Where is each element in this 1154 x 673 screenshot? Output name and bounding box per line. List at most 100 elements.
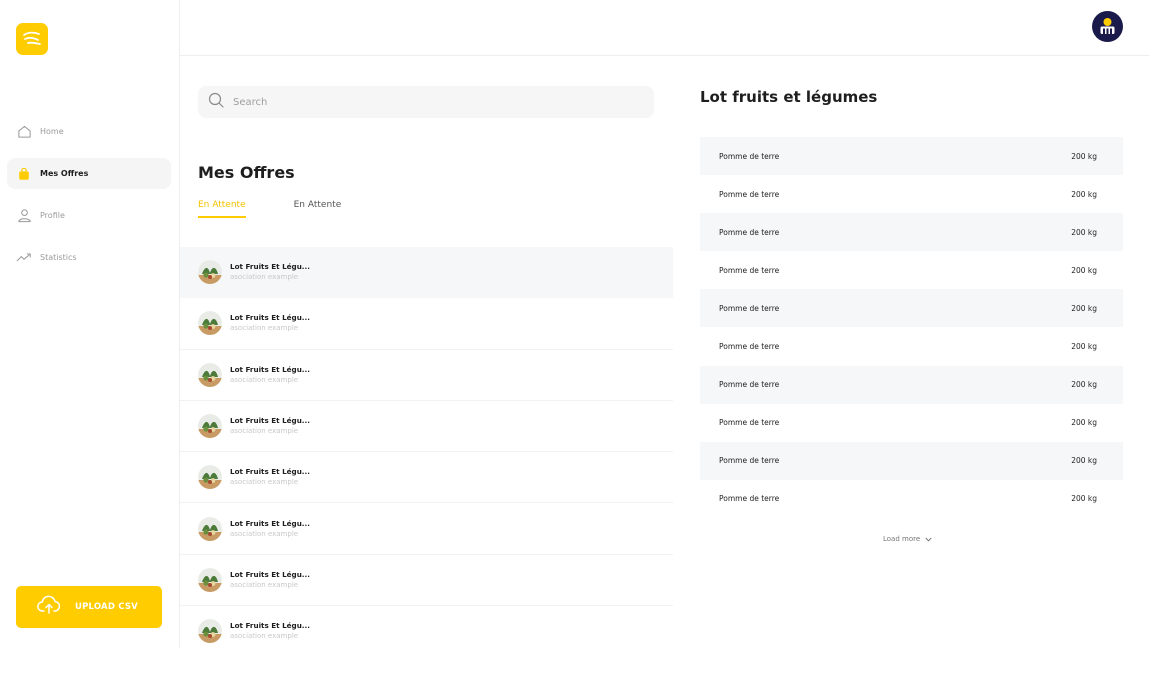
- offer-text: Lot Fruits Et Légu... asociation example: [230, 620, 310, 642]
- list-item[interactable]: Lot Fruits Et Légu... asociation example: [180, 247, 673, 299]
- offer-title: Lot Fruits Et Légu...: [230, 262, 311, 272]
- offer-subtitle: asociation example: [230, 375, 299, 384]
- chevron-down-icon: [925, 537, 932, 542]
- tab-en-attente-2[interactable]: En Attente: [294, 200, 342, 218]
- product-name: Pomme de terre: [719, 151, 780, 161]
- table-row: Pomme de terre 200 kg: [700, 327, 1123, 365]
- sidebar-nav: Home Mes Offres Profile Statistics: [7, 116, 171, 284]
- app-logo[interactable]: [16, 23, 48, 55]
- product-name: Pomme de terre: [719, 189, 780, 199]
- offer-text: Lot Fruits Et Légu... asociation example: [230, 466, 310, 488]
- table-row: Pomme de terre 200 kg: [700, 404, 1123, 442]
- table-row: Pomme de terre 200 kg: [700, 213, 1123, 252]
- load-more-label: Load more: [883, 535, 921, 543]
- offer-subtitle: asociation example: [230, 580, 299, 589]
- product-quantity: 200 kg: [1071, 189, 1097, 199]
- product-name: Pomme de terre: [719, 342, 780, 352]
- search-bar: [198, 86, 654, 118]
- list-item[interactable]: Lot Fruits Et Légu... asociation example: [180, 350, 673, 401]
- offer-thumbnail: [198, 567, 222, 592]
- product-quantity: 200 kg: [1071, 380, 1097, 390]
- load-more-button[interactable]: Load more: [883, 535, 932, 543]
- offer-subtitle: asociation example: [230, 324, 299, 333]
- offer-title: Lot Fruits Et Légu...: [230, 467, 311, 477]
- tab-en-attente[interactable]: En Attente: [198, 200, 246, 218]
- avatar[interactable]: [1092, 11, 1123, 42]
- product-name: Pomme de terre: [719, 418, 780, 428]
- offer-subtitle: asociation example: [230, 273, 299, 282]
- offer-subtitle: asociation example: [230, 427, 299, 436]
- offer-title: Lot Fruits Et Légu...: [230, 569, 311, 579]
- search-input[interactable]: [233, 96, 633, 108]
- offer-subtitle: asociation example: [230, 632, 299, 641]
- offer-title: Lot Fruits Et Légu...: [230, 518, 311, 528]
- offer-text: Lot Fruits Et Légu... asociation example: [230, 569, 310, 591]
- product-name: Pomme de terre: [719, 494, 780, 504]
- sidebar-item-home[interactable]: Home: [7, 116, 171, 147]
- detail-title: Lot fruits et légumes: [700, 88, 878, 106]
- offer-text: Lot Fruits Et Légu... asociation example: [230, 415, 310, 437]
- product-quantity: 200 kg: [1071, 265, 1097, 275]
- table-row: Pomme de terre 200 kg: [700, 289, 1123, 328]
- table-row: Pomme de terre 200 kg: [700, 365, 1123, 404]
- offer-text: Lot Fruits Et Légu... asociation example: [230, 261, 310, 283]
- list-item[interactable]: Lot Fruits Et Légu... asociation example: [180, 606, 673, 648]
- table-row: Pomme de terre 200 kg: [700, 441, 1123, 480]
- product-name: Pomme de terre: [719, 227, 780, 237]
- search-icon: [208, 92, 224, 112]
- sidebar-item-statistics[interactable]: Statistics: [7, 242, 171, 273]
- user-avatar-icon: [1100, 18, 1115, 34]
- product-name: Pomme de terre: [719, 380, 780, 390]
- offer-thumbnail: [198, 414, 222, 439]
- hand-logo-icon: [23, 31, 41, 45]
- table-row: Pomme de terre 200 kg: [700, 175, 1123, 213]
- offer-text: Lot Fruits Et Légu... asociation example: [230, 312, 310, 334]
- product-quantity: 200 kg: [1071, 151, 1097, 161]
- offer-text: Lot Fruits Et Légu... asociation example: [230, 518, 310, 540]
- cloud-upload-icon: [37, 595, 61, 619]
- upload-csv-label: UPLOAD CSV: [75, 602, 138, 612]
- offer-title: Lot Fruits Et Légu...: [230, 313, 311, 323]
- detail-table: Pomme de terre 200 kg Pomme de terre 200 kg…: [700, 137, 1123, 518]
- product-quantity: 200 kg: [1071, 342, 1097, 352]
- top-header: [180, 0, 1149, 56]
- table-row: Pomme de terre 200 kg: [700, 480, 1123, 518]
- offer-thumbnail: [198, 311, 222, 336]
- offer-title: Lot Fruits Et Légu...: [230, 364, 311, 374]
- offer-thumbnail: [198, 465, 222, 490]
- offer-text: Lot Fruits Et Légu... asociation example: [230, 364, 310, 386]
- list-item[interactable]: Lot Fruits Et Légu... asociation example: [180, 401, 673, 453]
- sidebar-item-profile[interactable]: Profile: [7, 200, 171, 231]
- offer-thumbnail: [198, 619, 222, 644]
- sidebar-item-label: Mes Offres: [40, 169, 89, 178]
- offers-list: Lot Fruits Et Légu... asociation example L…: [180, 247, 673, 648]
- offer-title: Lot Fruits Et Légu...: [230, 416, 311, 426]
- sidebar-item-mes-offres[interactable]: Mes Offres: [7, 158, 171, 189]
- bag-icon: [16, 166, 32, 182]
- product-name: Pomme de terre: [719, 303, 780, 313]
- list-item[interactable]: Lot Fruits Et Légu... asociation example: [180, 452, 673, 504]
- sidebar-item-label: Home: [40, 127, 64, 136]
- product-name: Pomme de terre: [719, 456, 780, 466]
- list-item[interactable]: Lot Fruits Et Légu... asociation example: [180, 298, 673, 350]
- sidebar: Home Mes Offres Profile Statistics UPLOA…: [0, 0, 180, 648]
- offer-thumbnail: [198, 362, 222, 387]
- offers-tabs: En Attente En Attente: [198, 200, 389, 218]
- user-icon: [16, 208, 32, 224]
- sidebar-item-label: Profile: [40, 211, 65, 220]
- upload-csv-button[interactable]: UPLOAD CSV: [16, 586, 162, 628]
- list-item[interactable]: Lot Fruits Et Légu... asociation example: [180, 503, 673, 555]
- offer-subtitle: asociation example: [230, 529, 299, 538]
- trend-icon: [16, 250, 32, 266]
- product-quantity: 200 kg: [1071, 303, 1097, 313]
- table-row: Pomme de terre 200 kg: [700, 137, 1123, 176]
- page-title: Mes Offres: [198, 163, 295, 182]
- offer-thumbnail: [198, 260, 222, 285]
- offer-thumbnail: [198, 516, 222, 541]
- home-icon: [16, 124, 32, 140]
- product-quantity: 200 kg: [1071, 494, 1097, 504]
- product-quantity: 200 kg: [1071, 227, 1097, 237]
- product-name: Pomme de terre: [719, 265, 780, 275]
- list-item[interactable]: Lot Fruits Et Légu... asociation example: [180, 555, 673, 607]
- product-quantity: 200 kg: [1071, 456, 1097, 466]
